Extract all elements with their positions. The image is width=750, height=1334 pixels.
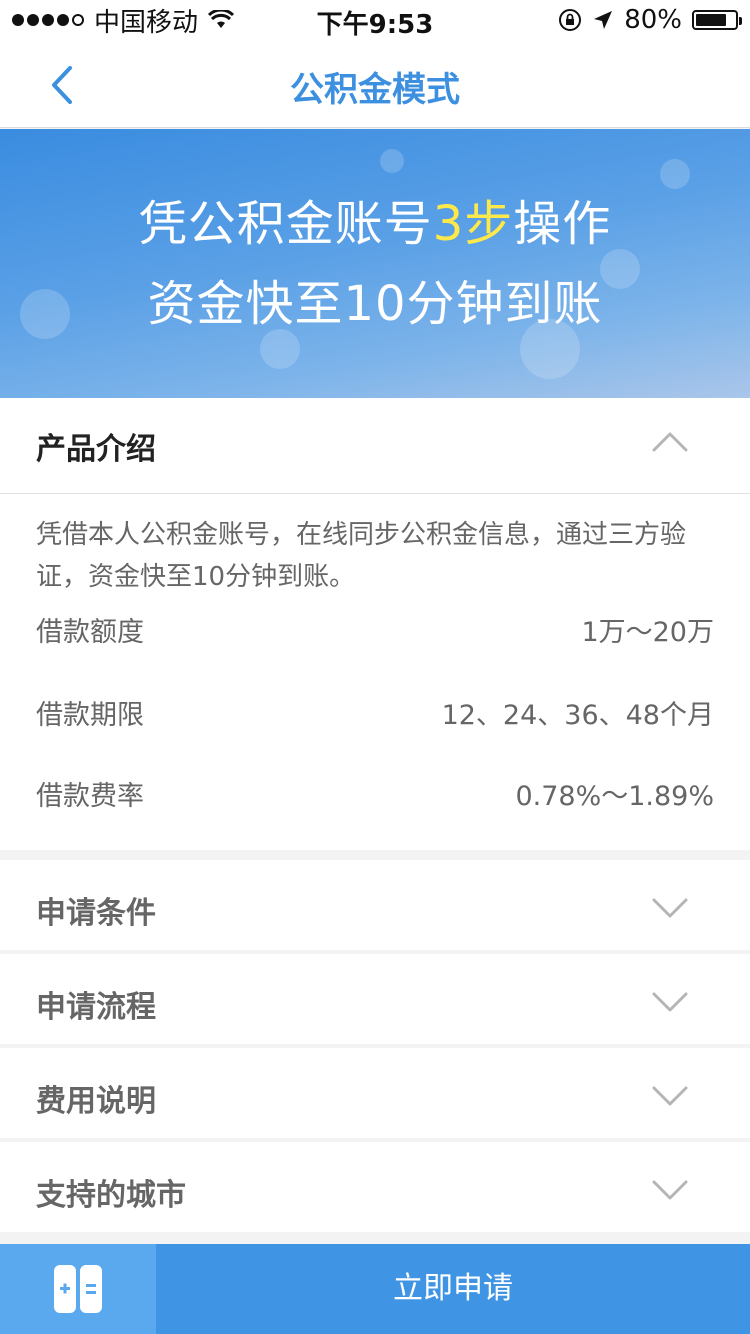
row-value: 12、24、36、48个月 bbox=[441, 700, 714, 731]
chevron-up-icon[interactable] bbox=[650, 422, 690, 462]
row-label: 借款额度 bbox=[36, 617, 144, 648]
section-label: 申请流程 bbox=[36, 990, 156, 1025]
status-right: 80% bbox=[558, 4, 742, 36]
battery-percent: 80% bbox=[624, 5, 682, 35]
row-label: 借款费率 bbox=[36, 781, 144, 812]
section-label: 申请条件 bbox=[36, 896, 156, 931]
battery-icon bbox=[692, 10, 742, 30]
orientation-lock-icon bbox=[559, 9, 582, 31]
chevron-down-icon[interactable] bbox=[650, 1076, 690, 1116]
chevron-down-icon[interactable] bbox=[650, 888, 690, 928]
bottom-bar: 立即申请 bbox=[0, 1244, 750, 1334]
row-label: 借款期限 bbox=[36, 700, 144, 731]
chevron-down-icon[interactable] bbox=[650, 982, 690, 1022]
product-intro-card: 产品介绍 凭借本人公积金账号，在线同步公积金信息，通过三方验证，资金快至10分钟… bbox=[0, 398, 750, 850]
calculator-icon bbox=[54, 1265, 102, 1313]
chevron-down-icon[interactable] bbox=[650, 1170, 690, 1210]
battery-level-fill bbox=[696, 14, 727, 26]
section-label: 费用说明 bbox=[36, 1084, 156, 1119]
loan-term-row: 借款期限 12、24、36、48个月 bbox=[36, 693, 714, 733]
banner-headline: 凭公积金账号3步操作 bbox=[138, 196, 612, 252]
nav-bar: 公积金模式 bbox=[0, 40, 750, 128]
section-apply-process[interactable]: 申请流程 bbox=[0, 954, 750, 1044]
promo-banner: 凭公积金账号3步操作 资金快至10分钟到账 bbox=[0, 129, 750, 398]
status-bar: 中国移动 下午9:53 80% bbox=[0, 0, 750, 40]
product-intro-header[interactable]: 产品介绍 bbox=[0, 398, 750, 494]
row-value: 1万～20万 bbox=[581, 617, 714, 648]
section-title: 产品介绍 bbox=[36, 432, 156, 467]
apply-now-button[interactable]: 立即申请 bbox=[156, 1244, 750, 1334]
product-description: 凭借本人公积金账号，在线同步公积金信息，通过三方验证，资金快至10分钟到账。 bbox=[36, 520, 687, 592]
calculator-button[interactable] bbox=[0, 1244, 156, 1334]
section-supported-cities[interactable]: 支持的城市 bbox=[0, 1142, 750, 1232]
location-arrow-icon bbox=[594, 11, 613, 29]
section-label: 支持的城市 bbox=[36, 1178, 186, 1213]
section-fee-description[interactable]: 费用说明 bbox=[0, 1048, 750, 1138]
banner-subline: 资金快至10分钟到账 bbox=[147, 276, 603, 332]
loan-amount-row: 借款额度 1万～20万 bbox=[36, 610, 714, 650]
banner-highlight: 3步 bbox=[432, 196, 514, 252]
row-value: 0.78%～1.89% bbox=[515, 781, 714, 812]
section-apply-conditions[interactable]: 申请条件 bbox=[0, 860, 750, 950]
loan-rate-row: 借款费率 0.78%～1.89% bbox=[36, 774, 714, 814]
page-title: 公积金模式 bbox=[290, 70, 460, 110]
